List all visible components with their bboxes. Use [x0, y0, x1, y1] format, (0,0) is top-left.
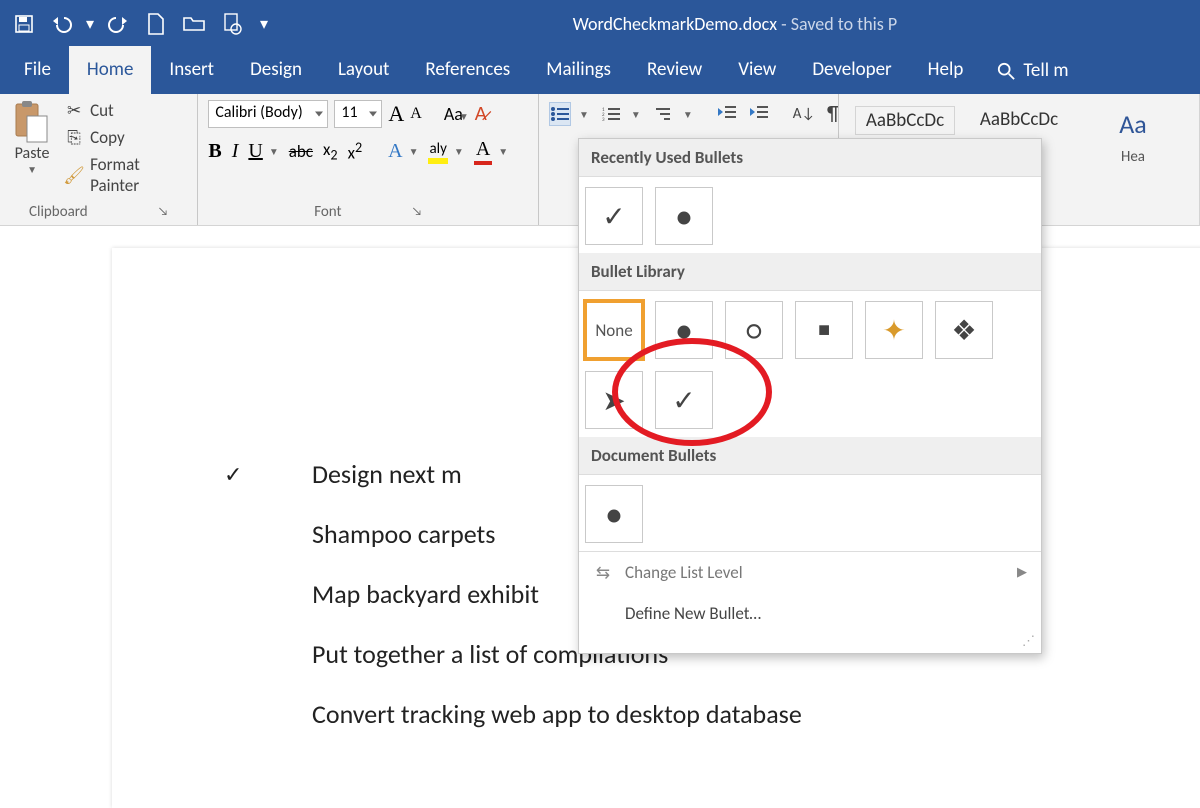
tab-file[interactable]: File: [6, 46, 69, 94]
increase-indent-button[interactable]: [749, 104, 769, 125]
subscript-button[interactable]: x2: [323, 139, 338, 163]
section-document-bullets: Document Bullets: [579, 437, 1041, 475]
chevron-right-icon: ▶: [1017, 565, 1027, 580]
italic-button[interactable]: I: [232, 140, 239, 163]
change-list-level[interactable]: ⇆ Change List Level ▶: [579, 552, 1041, 593]
resize-grip-icon[interactable]: ⋰: [579, 634, 1041, 653]
section-bullet-library: Bullet Library: [579, 253, 1041, 291]
tab-references[interactable]: References: [407, 46, 528, 94]
cut-button[interactable]: ✂ Cut: [64, 100, 187, 121]
chevron-down-icon: [369, 112, 377, 117]
paintbrush-icon: 🖌: [64, 166, 84, 184]
bullet-disc[interactable]: ●: [655, 301, 713, 359]
bullets-dropdown-panel: Recently Used Bullets ✓ ● Bullet Library…: [578, 138, 1042, 654]
format-painter-button[interactable]: 🖌 Format Painter: [64, 154, 187, 196]
underline-dropdown[interactable]: ▼: [269, 145, 279, 158]
list-item[interactable]: Convert tracking web app to desktop data…: [312, 698, 1152, 730]
copy-button[interactable]: ⎘ Copy: [64, 127, 187, 148]
bullet-none[interactable]: None: [585, 301, 643, 359]
change-case-button[interactable]: Aa▼: [444, 103, 469, 125]
text-effects-button[interactable]: A: [388, 140, 402, 163]
font-color-button[interactable]: A: [474, 138, 492, 165]
save-status: Saved to this P: [791, 13, 897, 35]
quick-access-toolbar: ▾ ▾: [6, 6, 276, 42]
bullet-circle[interactable]: ○: [725, 301, 783, 359]
bullet-checkmark[interactable]: ✓: [655, 371, 713, 429]
document-name: WordCheckmarkDemo.docx: [573, 13, 777, 35]
bullets-button[interactable]: [549, 102, 571, 126]
group-font: Calibri (Body) 11 A A Aa▼ A̷ B I U▼ abc …: [198, 94, 539, 225]
bullet-arrowhead[interactable]: ➤: [585, 371, 643, 429]
checkmark-icon: ✓: [224, 461, 242, 488]
numbering-button[interactable]: 123: [601, 102, 623, 126]
font-launcher[interactable]: ↘: [412, 205, 423, 219]
group-label-font: Font: [314, 203, 341, 221]
print-preview-icon[interactable]: [214, 6, 250, 42]
superscript-button[interactable]: x2: [348, 139, 363, 164]
bullet-square[interactable]: ■: [795, 301, 853, 359]
font-size-combo[interactable]: 11: [334, 100, 382, 128]
strikethrough-button[interactable]: abc: [289, 141, 313, 162]
grow-font-button[interactable]: A: [388, 101, 404, 127]
qat-customize-dropdown[interactable]: ▾: [252, 6, 276, 42]
tab-help[interactable]: Help: [910, 46, 982, 94]
undo-icon[interactable]: [44, 6, 80, 42]
svg-text:3: 3: [602, 117, 605, 122]
highlight-button[interactable]: aly: [428, 140, 447, 164]
bullet-checkmark[interactable]: ✓: [585, 187, 643, 245]
tab-insert[interactable]: Insert: [151, 46, 232, 94]
tab-mailings[interactable]: Mailings: [528, 46, 629, 94]
search-icon: [997, 62, 1015, 80]
ribbon-tabs: File Home Insert Design Layout Reference…: [0, 48, 1200, 94]
open-folder-icon[interactable]: [176, 6, 212, 42]
tab-developer[interactable]: Developer: [794, 46, 909, 94]
group-clipboard: Paste ▼ ✂ Cut ⎘ Copy 🖌 Format Painter Cl: [0, 94, 198, 225]
bullet-disc[interactable]: ●: [585, 485, 643, 543]
scissors-icon: ✂: [64, 102, 84, 120]
undo-dropdown[interactable]: ▾: [82, 6, 98, 42]
tab-design[interactable]: Design: [232, 46, 320, 94]
show-marks-button[interactable]: ¶: [827, 102, 839, 126]
clipboard-launcher[interactable]: ↘: [158, 205, 169, 219]
copy-icon: ⎘: [64, 129, 84, 147]
indent-icon: ⇆: [593, 562, 613, 583]
title-bar: ▾ ▾ WordCheckmarkDemo.docx - Saved to th…: [0, 0, 1200, 48]
bullet-disc[interactable]: ●: [655, 187, 713, 245]
multilevel-list-button[interactable]: [653, 102, 675, 126]
tab-layout[interactable]: Layout: [320, 46, 407, 94]
tab-home[interactable]: Home: [69, 46, 152, 94]
font-name-combo[interactable]: Calibri (Body): [208, 100, 328, 128]
bullets-dropdown[interactable]: ▼: [579, 108, 589, 121]
window-title: WordCheckmarkDemo.docx - Saved to this P: [276, 13, 1194, 35]
redo-icon[interactable]: [100, 6, 136, 42]
style-heading1[interactable]: Aa Hea: [1083, 106, 1183, 166]
new-doc-icon[interactable]: [138, 6, 174, 42]
chevron-down-icon: [315, 112, 323, 117]
tab-view[interactable]: View: [720, 46, 794, 94]
define-new-bullet[interactable]: Define New Bullet…: [579, 593, 1041, 634]
bullet-star[interactable]: ✦: [865, 301, 923, 359]
clipboard-icon: [13, 100, 51, 144]
clear-formatting-button[interactable]: A̷: [475, 103, 487, 125]
section-recent-bullets: Recently Used Bullets: [579, 139, 1041, 177]
tell-me-search[interactable]: Tell m: [981, 47, 1084, 94]
group-label-clipboard: Clipboard: [29, 203, 88, 221]
underline-button[interactable]: U: [248, 140, 262, 163]
paste-button[interactable]: Paste ▼: [10, 100, 54, 176]
bold-button[interactable]: B: [208, 140, 221, 163]
bullet-diamond-cluster[interactable]: ❖: [935, 301, 993, 359]
shrink-font-button[interactable]: A: [410, 105, 422, 123]
decrease-indent-button[interactable]: [717, 104, 737, 125]
save-icon[interactable]: [6, 6, 42, 42]
tab-review[interactable]: Review: [629, 46, 720, 94]
sort-button[interactable]: A↓: [793, 105, 815, 123]
